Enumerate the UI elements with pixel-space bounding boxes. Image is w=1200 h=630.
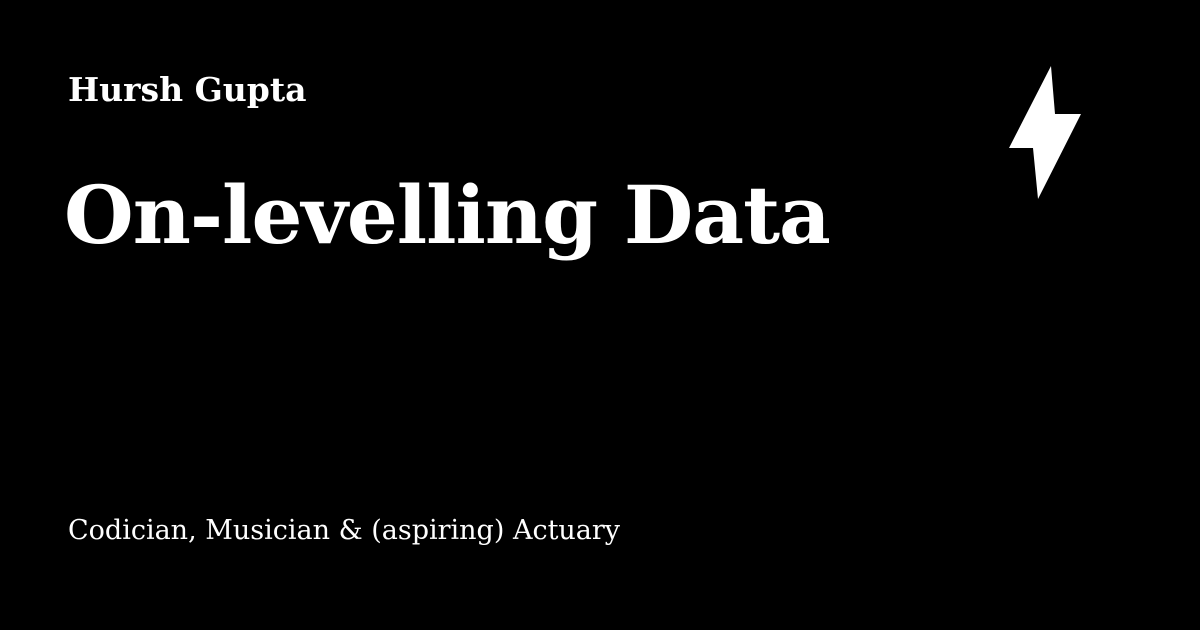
tagline: Codician, Musician & (aspiring) Actuary: [68, 515, 621, 546]
social-card: Hursh Gupta On-levelling Data Codician, …: [0, 0, 1200, 630]
author-name: Hursh Gupta: [68, 70, 307, 109]
page-title: On-levelling Data: [64, 168, 831, 262]
lightning-bolt-icon: [1009, 66, 1081, 199]
